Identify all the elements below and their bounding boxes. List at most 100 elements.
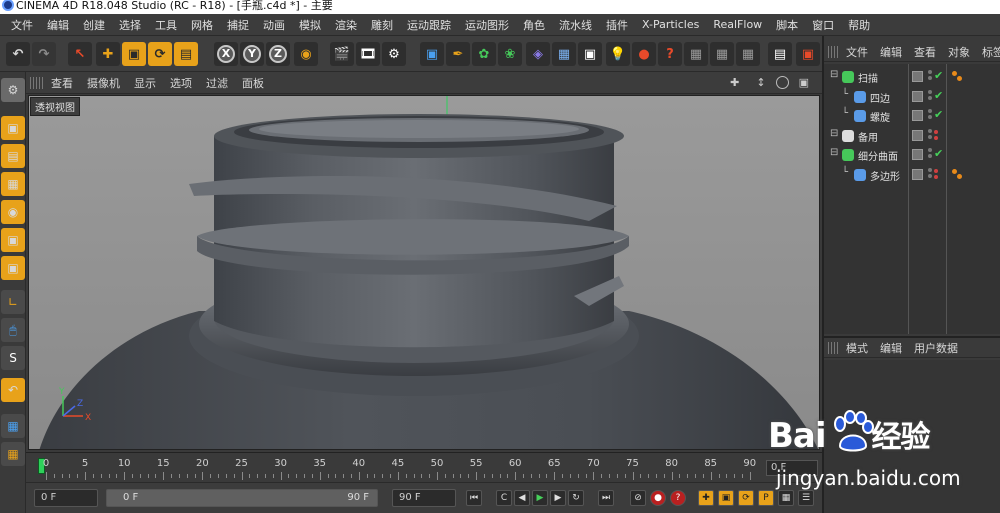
object-manager-tab[interactable]: 文件 [840,44,874,60]
rotate-view-icon[interactable] [775,76,789,89]
z-axis-lock-button[interactable]: Z [266,42,290,66]
menu-item[interactable]: 流水线 [552,17,599,33]
go-to-start-button[interactable]: ⏮ [466,490,482,506]
object-row[interactable]: └ 四边 ✔ [824,88,1000,107]
y-axis-lock-button[interactable]: Y [240,42,264,66]
object-row[interactable]: └ 多边形 [824,166,1000,185]
camera-button[interactable]: ▣ [578,42,602,66]
layer-toggle[interactable] [912,90,923,102]
previous-keyframe-button[interactable]: C [496,490,512,506]
material-button[interactable]: ● [632,42,656,66]
menu-item[interactable]: X-Particles [635,18,706,31]
render-picture-viewer-button[interactable]: 🎞 [356,42,380,66]
next-keyframe-button[interactable]: ↻ [568,490,584,506]
move-tool-button[interactable]: ✚ [96,42,120,66]
menu-item[interactable]: 动画 [256,17,292,33]
object-name[interactable]: 扫描 [858,70,878,85]
visibility-dots-icon[interactable] [928,89,932,104]
perspective-viewport[interactable]: Y X Z [28,95,820,450]
max-frame-field[interactable]: 90 F [392,489,456,507]
visibility-dots-icon[interactable] [928,148,932,162]
next-frame-button[interactable]: ▶ [550,490,566,506]
key-position-button[interactable]: ✚ [698,490,714,506]
cube-object-button[interactable]: ▣ [420,42,444,66]
render-dots-icon[interactable] [934,129,938,140]
model-mode-button[interactable]: ▣ [1,116,25,140]
menu-item[interactable]: 运动图形 [458,17,516,33]
tree-expand-icon[interactable]: ⊟ [830,128,838,139]
menu-item[interactable]: 工具 [148,17,184,33]
subdivision-surface-button[interactable]: ✿ [472,42,496,66]
edges-mode-button[interactable]: ▣ [1,228,25,252]
object-manager-tab[interactable]: 标签 [976,44,1000,60]
axis-mode-button[interactable]: ∟ [1,290,25,314]
solo-mode-button[interactable]: S [1,346,25,370]
attribute-manager-tab[interactable]: 用户数据 [908,340,964,356]
redo-button[interactable]: ↷ [32,42,56,66]
tweak-mode-button[interactable]: 🖱 [1,318,25,342]
object-row[interactable]: ⊟ 备用 [824,127,1000,146]
workplane-mode-button[interactable]: ▦ [1,172,25,196]
layer-toggle[interactable] [912,168,923,180]
preview-range-slider[interactable]: 0 F 90 F [106,489,378,507]
visibility-dots-icon[interactable] [928,167,932,182]
menu-item[interactable]: 雕刻 [364,17,400,33]
quantize-button[interactable]: ▦ [736,42,760,66]
menu-item[interactable]: 插件 [599,17,635,33]
previous-frame-button[interactable]: ◀ [514,490,530,506]
viewport-menu-item[interactable]: 查看 [44,75,80,91]
phong-tag-icon[interactable] [952,71,962,81]
deformer-button[interactable]: ◈ [526,42,550,66]
undo-button[interactable]: ↶ [6,42,30,66]
light-button[interactable]: 💡 [606,42,630,66]
autokey-button[interactable]: ? [670,490,686,506]
snap-grid-button[interactable]: ▦ [684,42,708,66]
object-row[interactable]: ⊟ 细分曲面 ✔ [824,146,1000,165]
visibility-dots-icon[interactable] [928,109,932,123]
lock-workplane-button[interactable]: ▦ [1,414,25,438]
new-window-button[interactable]: ▣ [796,42,820,66]
object-manager-list[interactable]: ⊟ 扫描 ✔ └ 四边 ✔ └ 螺旋 ✔ ⊟ 备用 ⊟ 细分曲面 ✔ └ 多边形 [824,64,1000,334]
viewport-menu-item[interactable]: 过滤 [199,75,235,91]
coordinate-system-button[interactable]: ◉ [294,42,318,66]
floor-scene-button[interactable]: ▦ [552,42,576,66]
layout-button[interactable]: ▤ [768,42,792,66]
viewport-menu-item[interactable]: 选项 [163,75,199,91]
move-view-icon[interactable]: ✚ [723,76,746,89]
phong-tag-icon[interactable] [952,168,962,179]
texture-mode-button[interactable]: ▤ [1,144,25,168]
maximize-view-icon[interactable]: ▣ [792,76,816,89]
points-mode-button[interactable]: ◉ [1,200,25,224]
pen-spline-button[interactable]: ✒ [446,42,470,66]
layer-toggle[interactable] [912,149,923,160]
render-settings-button[interactable]: ⚙ [382,42,406,66]
record-active-button[interactable]: ● [650,490,666,506]
object-name[interactable]: 螺旋 [870,109,890,124]
play-button[interactable]: ▶ [532,490,548,506]
object-row[interactable]: ⊟ 扫描 ✔ [824,68,1000,87]
menu-item[interactable]: 帮助 [841,17,877,33]
object-manager-tab[interactable]: 对象 [942,44,976,60]
object-manager-tab[interactable]: 编辑 [874,44,908,60]
menu-item[interactable]: 文件 [4,17,40,33]
menu-item[interactable]: 渲染 [328,17,364,33]
object-name[interactable]: 四边 [870,90,890,105]
object-name[interactable]: 多边形 [870,168,900,183]
x-axis-lock-button[interactable]: X [214,42,238,66]
enabled-check-icon[interactable]: ✔ [934,89,943,102]
layer-toggle[interactable] [912,71,923,82]
viewport-menu-item[interactable]: 面板 [235,75,271,91]
tree-expand-icon[interactable]: ⊟ [830,147,838,158]
planar-workplane-button[interactable]: ▦ [1,442,25,466]
menu-item[interactable]: 创建 [76,17,112,33]
attribute-manager-tab[interactable]: 编辑 [874,340,908,356]
menu-item[interactable]: 窗口 [805,17,841,33]
menu-item[interactable]: 捕捉 [220,17,256,33]
render-dots-icon[interactable] [934,168,938,179]
layer-toggle[interactable] [912,110,923,121]
menu-item[interactable]: 编辑 [40,17,76,33]
object-name[interactable]: 细分曲面 [858,148,898,163]
menu-item[interactable]: RealFlow [706,18,769,31]
menu-item[interactable]: 运动跟踪 [400,17,458,33]
workplane-button[interactable]: ▦ [710,42,734,66]
